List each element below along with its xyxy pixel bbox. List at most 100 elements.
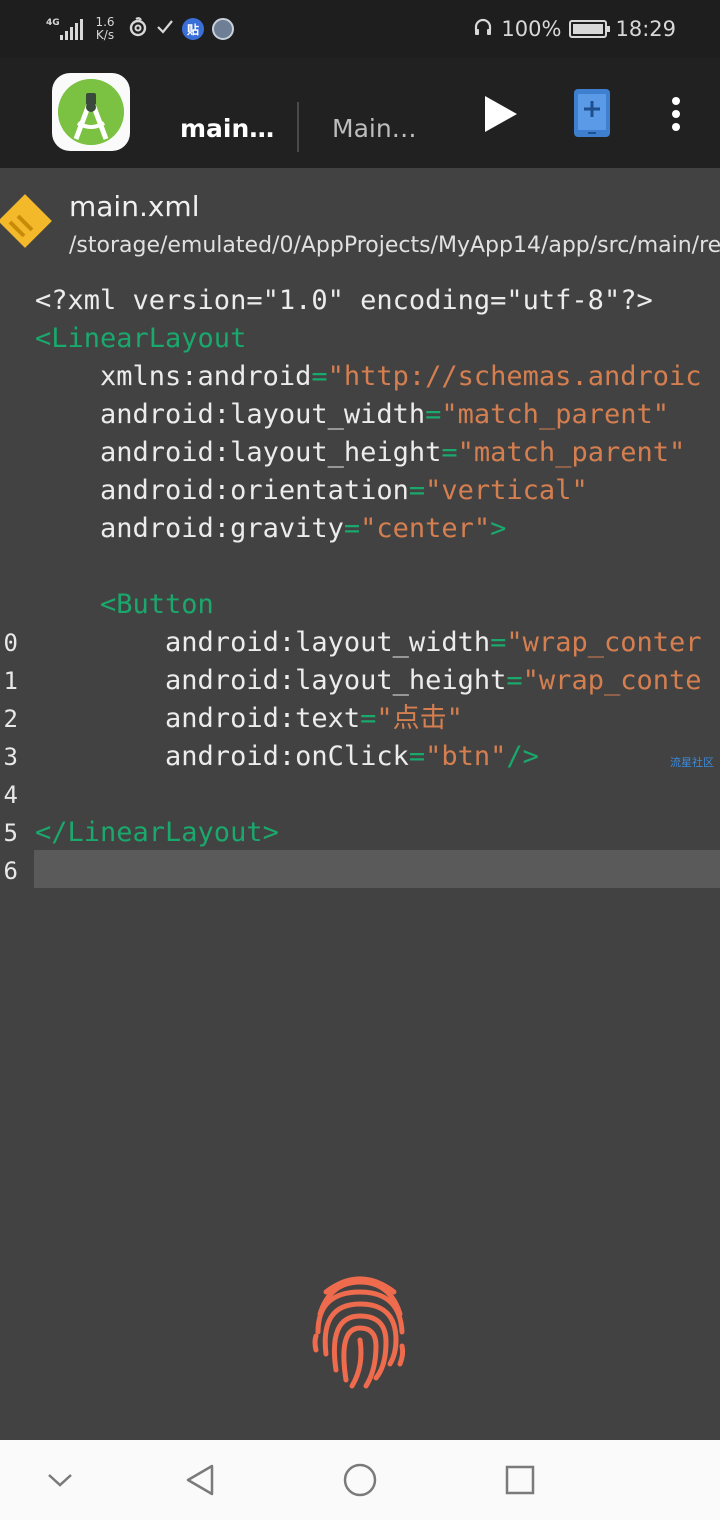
code-token-eq: = <box>490 627 507 658</box>
nav-back-button[interactable] <box>180 1460 220 1500</box>
home-circle-icon <box>343 1463 377 1497</box>
code-line[interactable]: <?xml version="1.0" encoding="utf-8"?> <box>0 282 720 320</box>
code-token-eq: = <box>408 741 426 772</box>
line-number: 4 <box>3 781 18 809</box>
code-line[interactable]: 0 android:layout_width="wrap_conter <box>0 624 720 662</box>
code-token-val: "wrap_conte <box>522 665 702 696</box>
line-number: 3 <box>3 743 18 771</box>
code-token-tag: /> <box>506 741 539 772</box>
code-token-val: "http://schemas.androic <box>327 361 702 392</box>
code-token-attr: android:layout_width <box>35 627 491 658</box>
app-toolbar: main… Main… <box>0 58 720 168</box>
code-line[interactable]: 1 android:layout_height="wrap_conte <box>0 662 720 700</box>
fingerprint-icon[interactable] <box>312 1270 408 1390</box>
code-line[interactable] <box>0 548 720 586</box>
code-token-val: "wrap_conter <box>506 627 702 658</box>
back-triangle-icon <box>186 1464 214 1496</box>
network-speed: 1.6 K/s <box>95 15 115 42</box>
code-line[interactable]: 2 android:text="点击" <box>0 700 720 738</box>
nav-down-button[interactable] <box>40 1460 80 1500</box>
new-file-device-icon <box>574 89 610 137</box>
signal-icon: 4G <box>46 16 83 42</box>
headphone-icon <box>473 17 493 42</box>
line-number: 0 <box>3 629 18 657</box>
file-header: main.xml /storage/emulated/0/AppProjects… <box>0 168 720 268</box>
system-nav-bar <box>0 1440 720 1520</box>
code-text: android:onClick="btn"/> <box>35 738 539 776</box>
more-vert-icon <box>672 97 680 131</box>
line-number: 5 <box>3 819 18 847</box>
battery-icon <box>569 20 611 38</box>
tab-main-activity[interactable]: Main… <box>332 114 417 144</box>
code-token-tag: <LinearLayout <box>35 323 247 354</box>
code-text: <?xml version="1.0" encoding="utf-8"?> <box>35 282 653 320</box>
file-path: /storage/emulated/0/AppProjects/MyApp14/… <box>69 233 720 258</box>
code-line[interactable]: xmlns:android="http://schemas.androic <box>0 358 720 396</box>
code-token-val: "vertical" <box>425 475 588 506</box>
code-line[interactable]: <LinearLayout <box>0 320 720 358</box>
android-studio-logo-icon[interactable] <box>52 73 130 151</box>
code-line[interactable]: <Button <box>0 586 720 624</box>
code-line[interactable]: 6 <box>0 852 720 890</box>
code-token-eq: = <box>506 665 523 696</box>
code-token-val: "btn" <box>425 741 507 772</box>
code-token-tag: <Button <box>35 589 214 620</box>
status-left: 4G 1.6 K/s 贴 <box>46 10 234 48</box>
code-token-attr: xmlns:android <box>35 361 312 392</box>
code-token-tag: > <box>490 513 507 544</box>
code-token-eq: = <box>408 475 426 506</box>
code-line[interactable]: android:orientation="vertical" <box>0 472 720 510</box>
code-text: </LinearLayout> <box>35 814 279 852</box>
new-file-button[interactable] <box>566 84 618 142</box>
status-bar: 4G 1.6 K/s 贴 100% 18:29 <box>0 0 720 58</box>
code-text: android:layout_width="wrap_conter <box>35 624 702 662</box>
code-token-attr: android:orientation <box>35 475 409 506</box>
code-text: android:orientation="vertical" <box>35 472 588 510</box>
file-name: main.xml <box>69 190 200 223</box>
xml-file-icon <box>0 192 54 250</box>
code-token-attr: android:gravity <box>35 513 344 544</box>
code-line[interactable]: 5 </LinearLayout> <box>0 814 720 852</box>
code-editor[interactable]: 流星社区 <?xml version="1.0" encoding="utf-8… <box>0 282 720 902</box>
code-token-attr: android:layout_width <box>35 399 426 430</box>
code-token-eq: = <box>441 437 458 468</box>
nav-recent-button[interactable] <box>500 1460 540 1500</box>
nav-home-button[interactable] <box>340 1460 380 1500</box>
code-text: <LinearLayout <box>35 320 246 358</box>
code-line[interactable]: 4 <box>0 776 720 814</box>
code-token-eq: = <box>311 361 328 392</box>
code-line[interactable]: android:layout_height="match_parent" <box>0 434 720 472</box>
line-number: 6 <box>3 857 18 885</box>
code-token-plain: <?xml version="1.0" encoding="utf-8"?> <box>35 285 653 316</box>
code-token-eq: = <box>343 513 361 544</box>
code-token-val: "match_parent" <box>457 437 686 468</box>
game-app-icon <box>212 18 234 40</box>
code-text: android:layout_height="wrap_conte <box>35 662 701 700</box>
code-token-attr: android:layout_height <box>35 665 507 696</box>
code-text: android:layout_width="match_parent" <box>35 396 669 434</box>
line-number: 2 <box>3 705 18 733</box>
overflow-menu-button[interactable] <box>660 88 692 140</box>
clock: 18:29 <box>615 17 676 41</box>
code-text: android:layout_height="match_parent" <box>35 434 685 472</box>
code-text: xmlns:android="http://schemas.androic <box>35 358 701 396</box>
tab-divider <box>297 102 299 152</box>
line-number: 1 <box>3 667 18 695</box>
tab-main-xml[interactable]: main… <box>180 114 274 144</box>
run-button[interactable] <box>474 86 524 142</box>
code-token-attr: android:onClick <box>35 741 409 772</box>
check-icon <box>156 18 174 41</box>
netease-music-icon <box>128 16 148 42</box>
code-line[interactable]: android:gravity="center"> <box>0 510 720 548</box>
code-token-eq: = <box>425 399 442 430</box>
recent-square-icon <box>505 1465 535 1495</box>
code-text: <Button <box>35 586 214 624</box>
code-line[interactable]: android:layout_width="match_parent" <box>0 396 720 434</box>
play-icon <box>485 96 517 132</box>
tieba-icon: 贴 <box>182 18 204 40</box>
code-token-attr: android:text <box>35 703 361 734</box>
code-line[interactable]: 3 android:onClick="btn"/> <box>0 738 720 776</box>
network-type: 4G <box>46 18 60 28</box>
code-text: android:text="点击" <box>35 700 463 738</box>
code-token-eq: = <box>360 703 377 734</box>
